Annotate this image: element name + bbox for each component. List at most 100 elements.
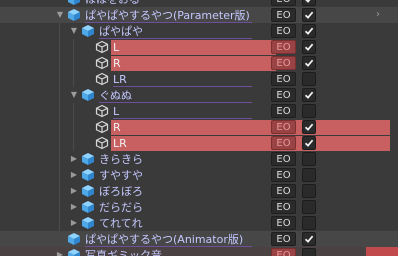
eo-button[interactable]: EO: [271, 40, 296, 54]
hierarchy-row[interactable]: ほほをおる EO: [0, 0, 398, 7]
hierarchy-row[interactable]: ▶ てれてれ EO: [0, 215, 398, 231]
active-checkbox[interactable]: [302, 88, 316, 102]
hierarchy-row[interactable]: ▶ きらきら EO: [0, 151, 398, 167]
gameobject-outline-cube-icon: [95, 40, 109, 54]
indent-guide: [59, 39, 60, 55]
active-checkbox[interactable]: [302, 184, 316, 198]
gameobject-cube-icon: [81, 184, 95, 198]
active-checkbox[interactable]: [302, 200, 316, 214]
object-name-label: R: [113, 121, 121, 134]
active-checkbox[interactable]: [302, 72, 316, 86]
foldout-collapsed-icon[interactable]: ▶: [55, 250, 65, 256]
row-highlight: [111, 120, 390, 135]
active-checkbox[interactable]: [302, 216, 316, 230]
eo-button[interactable]: EO: [271, 72, 296, 86]
eo-button[interactable]: EO: [271, 200, 296, 214]
object-name-label: ぐぬぬ: [99, 89, 132, 102]
hierarchy-row[interactable]: L EO: [0, 103, 398, 119]
gameobject-outline-cube-icon: [95, 120, 109, 134]
indent-guide: [59, 135, 60, 151]
indent-guide: [59, 199, 60, 215]
hierarchy-row[interactable]: L EO: [0, 39, 398, 55]
foldout-expanded-icon[interactable]: ▼: [69, 26, 79, 36]
hierarchy-row[interactable]: ▶ 写真ギミック音 EO: [0, 247, 398, 256]
active-checkbox[interactable]: [302, 56, 316, 70]
indent-guide: [73, 119, 74, 135]
gameobject-outline-cube-icon: [95, 72, 109, 86]
hierarchy-row[interactable]: R EO: [0, 119, 398, 135]
row-highlight: [111, 136, 390, 151]
object-name-label: LR: [113, 137, 127, 150]
hierarchy-row[interactable]: LR EO: [0, 71, 398, 87]
object-name-label: L: [113, 41, 120, 54]
active-checkbox[interactable]: [302, 0, 316, 6]
eo-button[interactable]: EO: [271, 136, 296, 150]
gameobject-cube-icon: [81, 88, 95, 102]
hierarchy-row[interactable]: ▼ ぱやぱやするやつ(Parameter版) EO ›: [0, 7, 398, 23]
active-checkbox[interactable]: [302, 40, 316, 54]
active-checkbox[interactable]: [302, 152, 316, 166]
active-checkbox[interactable]: [302, 168, 316, 182]
gameobject-cube-icon: [67, 0, 81, 6]
object-name-label: ぱやぱや: [99, 25, 143, 38]
eo-button[interactable]: EO: [271, 88, 296, 102]
eo-button[interactable]: EO: [271, 0, 296, 6]
object-name-label: ぱやぱやするやつ(Parameter版): [85, 9, 250, 22]
hierarchy-row[interactable]: ▶ ぼろぼろ EO: [0, 183, 398, 199]
foldout-expanded-icon[interactable]: ▼: [55, 10, 65, 20]
indent-guide: [73, 103, 74, 119]
active-checkbox[interactable]: [302, 120, 316, 134]
row-highlight: [111, 40, 276, 55]
object-name-label: ほほをおる: [85, 0, 140, 7]
object-name-label: LR: [113, 73, 127, 86]
gameobject-cube-icon: [67, 248, 81, 256]
eo-button[interactable]: EO: [271, 24, 296, 38]
object-name-label: すやすや: [99, 169, 143, 182]
hierarchy-row[interactable]: ▼ ぱやぱや EO: [0, 23, 398, 39]
hierarchy-row[interactable]: ▼ ぐぬぬ EO: [0, 87, 398, 103]
active-checkbox[interactable]: [302, 248, 316, 256]
eo-button[interactable]: EO: [271, 104, 296, 118]
eo-button[interactable]: EO: [271, 168, 296, 182]
active-checkbox[interactable]: [302, 8, 316, 22]
foldout-collapsed-icon[interactable]: ▶: [69, 218, 79, 228]
eo-button[interactable]: EO: [271, 8, 296, 22]
gameobject-cube-icon: [81, 24, 95, 38]
eo-button[interactable]: EO: [271, 120, 296, 134]
foldout-collapsed-icon[interactable]: ▶: [69, 170, 79, 180]
hierarchy-row[interactable]: ▶ すやすや EO: [0, 167, 398, 183]
foldout-expanded-icon[interactable]: ▼: [69, 90, 79, 100]
indent-guide: [59, 55, 60, 71]
indent-guide: [73, 71, 74, 87]
indent-guide: [73, 135, 74, 151]
active-checkbox[interactable]: [302, 232, 316, 246]
gameobject-cube-icon: [81, 152, 95, 166]
eo-button[interactable]: EO: [271, 152, 296, 166]
foldout-collapsed-icon[interactable]: ▶: [69, 186, 79, 196]
indent-guide: [73, 55, 74, 71]
chevron-right-icon[interactable]: ›: [376, 9, 386, 21]
eo-button[interactable]: EO: [271, 56, 296, 70]
foldout-collapsed-icon[interactable]: ▶: [69, 202, 79, 212]
hierarchy-row[interactable]: ▶ だらだら EO: [0, 199, 398, 215]
row-highlight: [111, 56, 276, 71]
indent-guide: [73, 39, 74, 55]
hierarchy-row[interactable]: ぱやぱやするやつ(Animator版) EO: [0, 231, 398, 247]
active-checkbox[interactable]: [302, 24, 316, 38]
eo-button[interactable]: EO: [271, 232, 296, 246]
object-name-label: だらだら: [99, 201, 143, 214]
active-checkbox[interactable]: [302, 104, 316, 118]
hierarchy-row[interactable]: R EO: [0, 55, 398, 71]
eo-button[interactable]: EO: [271, 248, 296, 256]
eo-button[interactable]: EO: [271, 184, 296, 198]
gameobject-outline-cube-icon: [95, 104, 109, 118]
indent-guide: [59, 151, 60, 167]
eo-button[interactable]: EO: [271, 216, 296, 230]
hierarchy-row[interactable]: LR EO: [0, 135, 398, 151]
gameobject-outline-cube-icon: [95, 136, 109, 150]
object-name-label: ぼろぼろ: [99, 185, 143, 198]
foldout-collapsed-icon[interactable]: ▶: [69, 154, 79, 164]
active-checkbox[interactable]: [302, 136, 316, 150]
indent-guide: [59, 103, 60, 119]
object-name-label: 写真ギミック音: [85, 249, 162, 256]
